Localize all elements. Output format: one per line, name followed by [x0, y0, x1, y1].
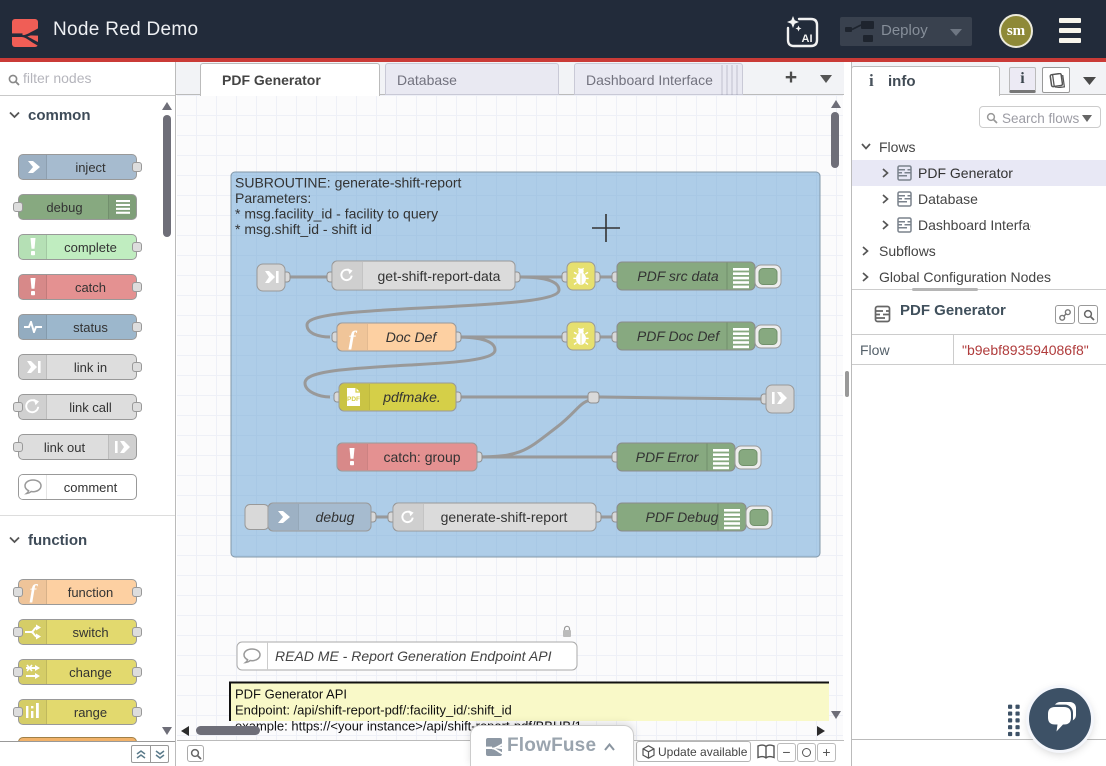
svg-text:PDF Error: PDF Error: [636, 449, 700, 465]
svg-text:PDF Doc Def: PDF Doc Def: [637, 328, 721, 344]
svg-text:READ ME - Report Generation En: READ ME - Report Generation Endpoint API: [275, 648, 552, 664]
svg-text:* msg.shift_id - shift id: * msg.shift_id - shift id: [235, 221, 372, 237]
svg-text:PDF Generator API: PDF Generator API: [235, 687, 347, 702]
svg-text:PDF: PDF: [347, 396, 360, 403]
svg-text:Doc Def: Doc Def: [386, 329, 439, 345]
svg-text:Parameters:: Parameters:: [235, 190, 311, 206]
svg-text:debug: debug: [316, 509, 355, 525]
svg-text:AI: AI: [802, 33, 813, 45]
svg-text:PDF src data: PDF src data: [637, 268, 719, 284]
svg-text:get-shift-report-data: get-shift-report-data: [378, 268, 501, 284]
svg-text:Endpoint: /api/shift-report-pd: Endpoint: /api/shift-report-pdf/:facilit…: [235, 703, 512, 718]
svg-text:catch: group: catch: group: [383, 449, 460, 465]
svg-text:generate-shift-report: generate-shift-report: [441, 509, 568, 525]
svg-text:PDF Debug: PDF Debug: [646, 509, 719, 525]
svg-text:SUBROUTINE: generate-shift-rep: SUBROUTINE: generate-shift-report: [235, 175, 462, 191]
svg-text:* msg.facility_id - facility t: * msg.facility_id - facility to query: [235, 206, 438, 222]
svg-text:pdfmake.: pdfmake.: [382, 389, 441, 405]
